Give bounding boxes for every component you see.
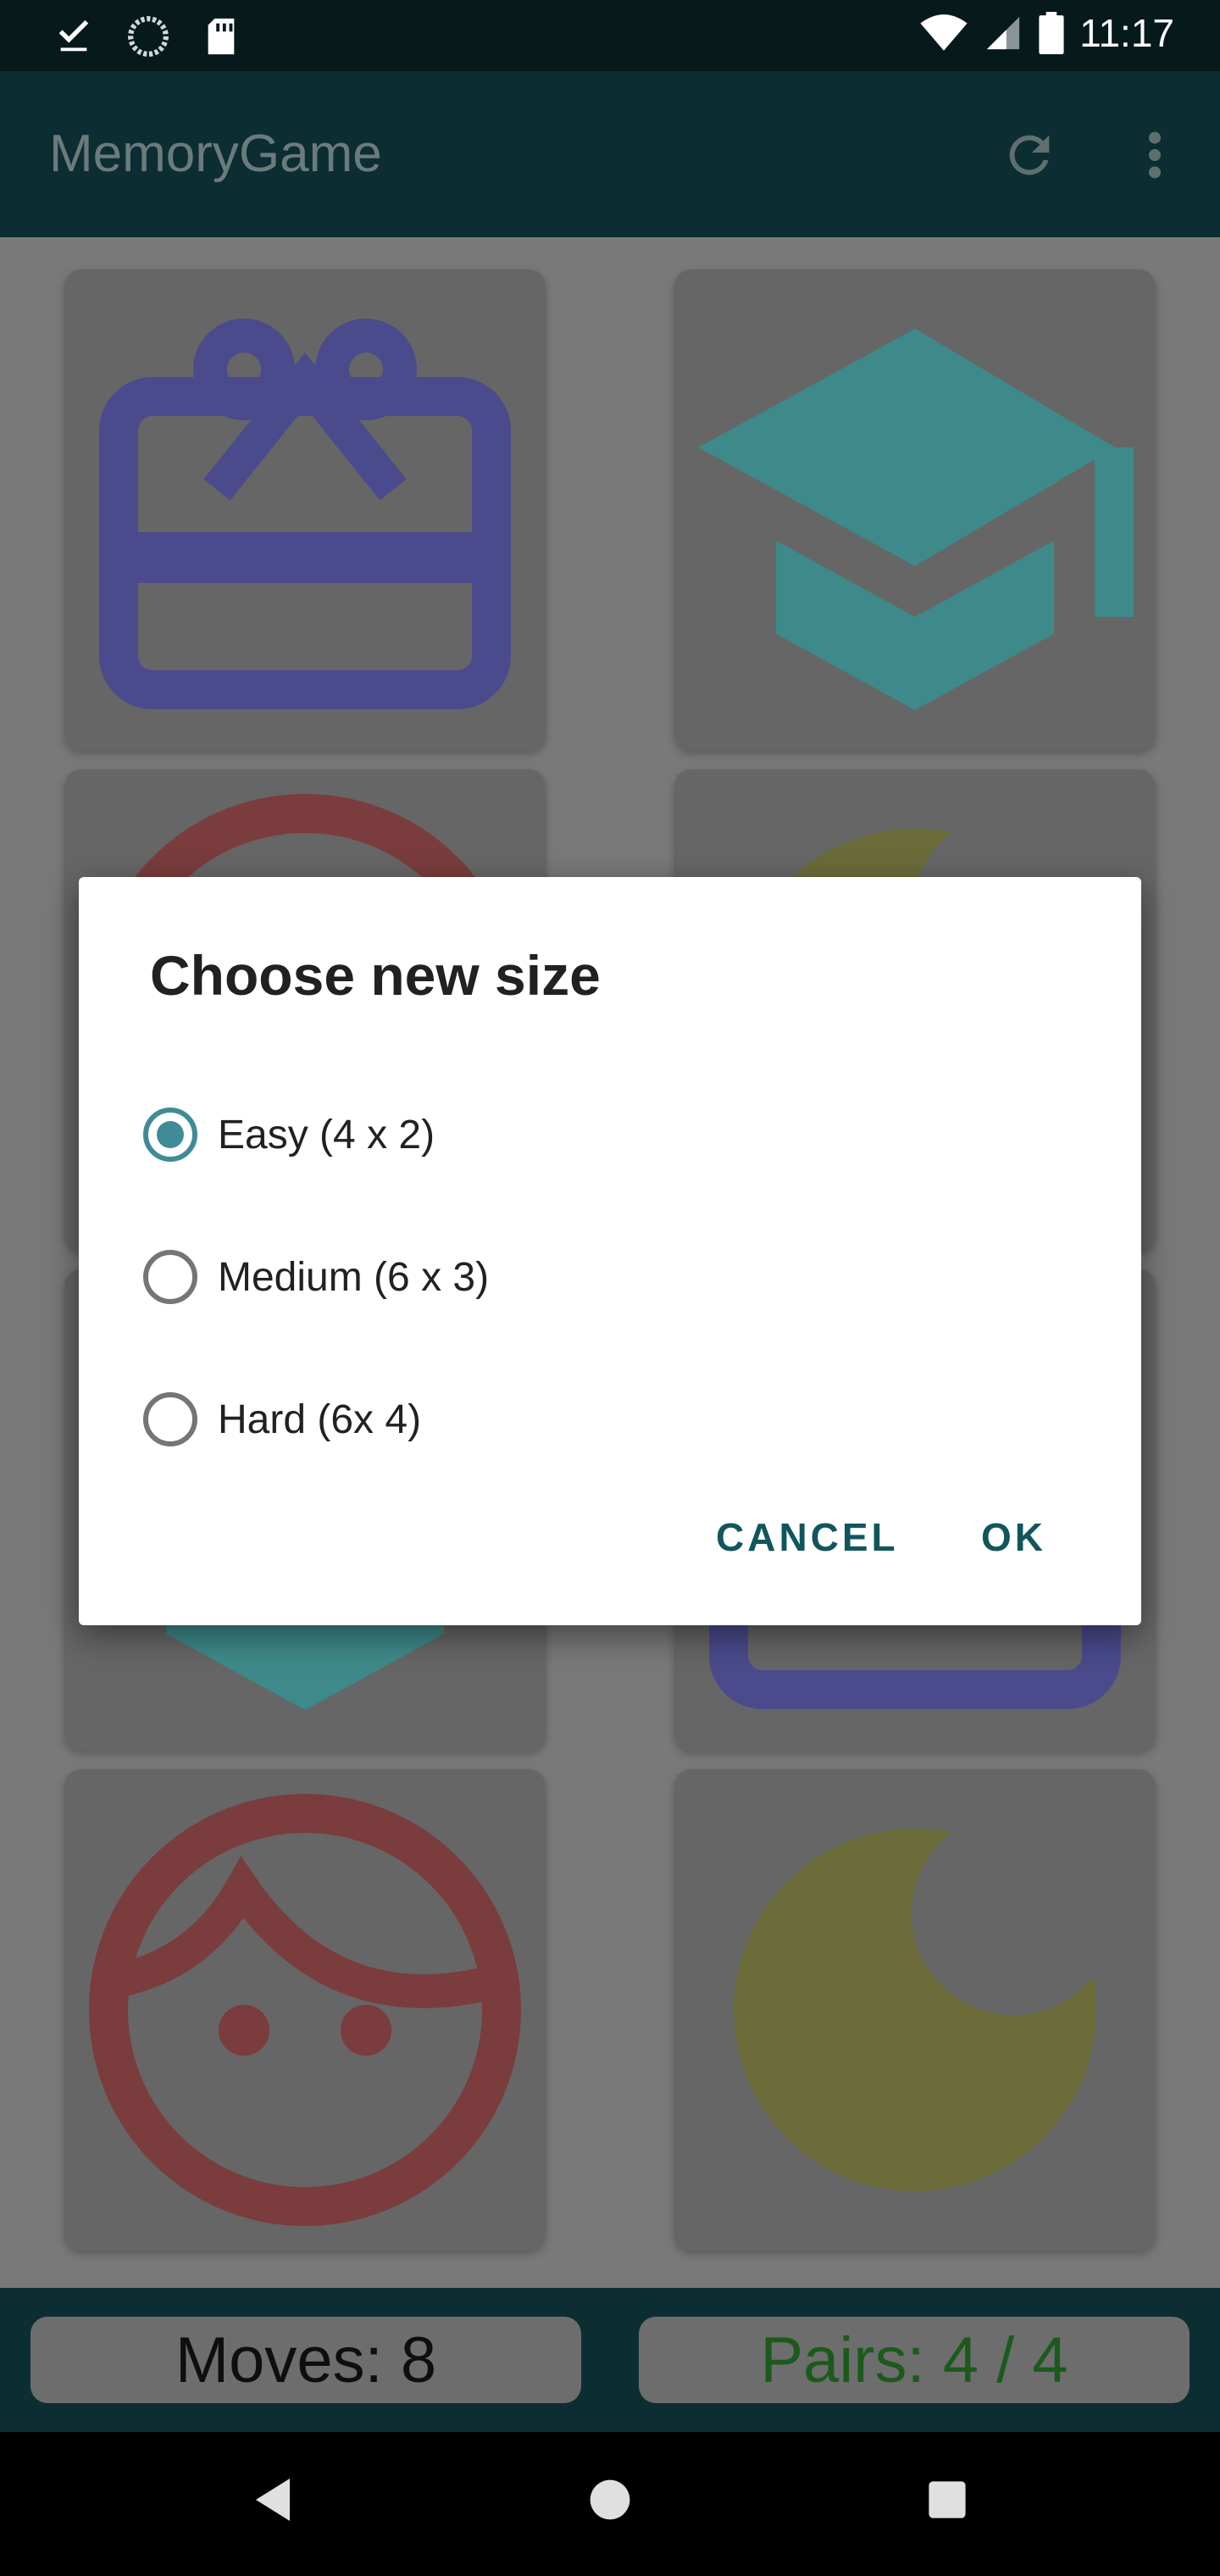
graduation-cap-icon <box>698 329 1134 710</box>
app-bar: MemoryGame <box>0 71 1220 237</box>
choose-size-dialog: Choose new size Easy (4 x 2) Medium (6 x… <box>79 877 1141 1625</box>
option-medium[interactable]: Medium (6 x 3) <box>143 1226 1075 1328</box>
gift-card-icon <box>99 319 511 709</box>
app-title: MemoryGame <box>49 125 382 183</box>
card-moon[interactable] <box>674 1769 1156 2251</box>
dialog-title: Choose new size <box>150 944 601 1007</box>
refresh-icon[interactable] <box>1000 125 1059 185</box>
moon-icon <box>734 1812 1115 2191</box>
status-bar: 11:17 <box>0 0 1220 71</box>
sync-icon <box>128 16 169 57</box>
moves-counter: Moves: 8 <box>30 2317 581 2403</box>
recents-icon[interactable] <box>927 2474 968 2525</box>
sd-card-icon <box>208 18 235 55</box>
back-icon[interactable] <box>251 2474 295 2525</box>
option-label: Medium (6 x 3) <box>218 1254 490 1300</box>
score-bar: Moves: 8 Pairs: 4 / 4 <box>0 2288 1220 2432</box>
card-gift[interactable] <box>64 269 546 751</box>
navigation-bar <box>0 2432 1220 2576</box>
radio-button[interactable] <box>143 1250 197 1304</box>
card-face[interactable] <box>64 1769 546 2251</box>
status-time: 11:17 <box>1079 11 1174 55</box>
option-label: Hard (6x 4) <box>218 1396 422 1442</box>
option-hard[interactable]: Hard (6x 4) <box>143 1368 1075 1470</box>
option-easy[interactable]: Easy (4 x 2) <box>143 1084 1075 1185</box>
option-label: Easy (4 x 2) <box>218 1112 435 1158</box>
battery-icon <box>1039 12 1064 54</box>
card-graduation[interactable] <box>674 269 1156 751</box>
download-done-icon <box>58 19 89 52</box>
cancel-button[interactable]: CANCEL <box>716 1514 899 1560</box>
more-vert-icon[interactable] <box>1135 125 1174 185</box>
radio-button-checked[interactable] <box>143 1108 197 1162</box>
pairs-counter: Pairs: 4 / 4 <box>639 2317 1190 2403</box>
home-icon[interactable] <box>586 2474 634 2525</box>
wifi-icon <box>920 14 968 51</box>
ok-button[interactable]: OK <box>981 1514 1046 1560</box>
radio-button[interactable] <box>143 1392 197 1446</box>
cell-signal-icon <box>987 16 1020 50</box>
face-icon <box>89 1794 521 2226</box>
